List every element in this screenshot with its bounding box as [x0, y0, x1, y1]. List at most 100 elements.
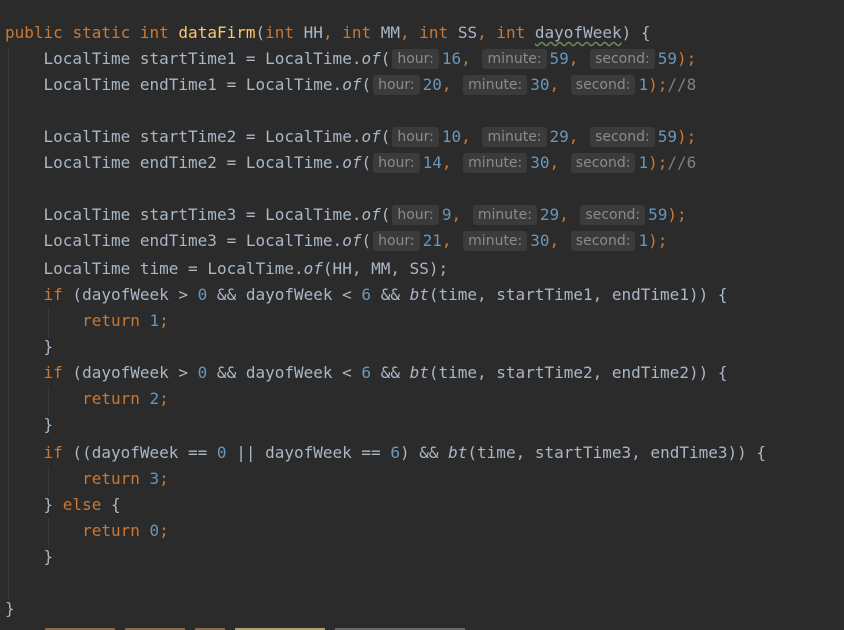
paren-open: (: [361, 75, 372, 94]
keyword-else: else: [62, 495, 102, 514]
return-value: 2: [149, 389, 160, 408]
condition-part: ((dayofWeek ==: [62, 443, 217, 462]
code-line-time[interactable]: LocalTime time = LocalTime.of(HH, MM, SS…: [5, 256, 449, 282]
code-line-brace[interactable]: }: [5, 334, 54, 360]
number-literal: 0: [197, 363, 208, 382]
value-second: 59: [657, 127, 677, 146]
statement-end: );: [676, 49, 697, 68]
code-line-starttime3[interactable]: LocalTime startTime3 = LocalTime.of(hour…: [5, 202, 687, 228]
type-localtime: LocalTime: [43, 49, 131, 68]
bt-args: (time, startTime3, endTime3)) {: [467, 443, 767, 462]
param-mm: MM: [371, 23, 401, 42]
method-name[interactable]: dataFirm: [178, 23, 255, 42]
code-line-return-3[interactable]: return 3;: [5, 466, 169, 492]
return-value: 1: [149, 311, 160, 330]
method-closing-brace: }: [5, 599, 15, 618]
code-line-brace[interactable]: }: [5, 544, 54, 570]
paren-open: (: [361, 231, 372, 250]
hint-hour: hour:: [392, 127, 439, 147]
code-line-endtime3[interactable]: LocalTime endTime3 = LocalTime.of(hour: 2…: [5, 228, 667, 254]
keyword-return: return: [82, 469, 140, 488]
condition-part: (dayofWeek >: [62, 363, 198, 382]
paren-open: (: [380, 127, 391, 146]
closing-brace: }: [43, 337, 54, 356]
keyword-public: public: [5, 23, 63, 42]
else-brace-open: }: [43, 495, 63, 514]
class-localtime: LocalTime.: [265, 49, 362, 68]
code-line-method-end[interactable]: }: [5, 596, 15, 622]
var-endtime1: endTime1: [139, 75, 217, 94]
value-second: 59: [657, 49, 677, 68]
condition-part: && dayofWeek <: [207, 285, 362, 304]
code-line-else[interactable]: } else {: [5, 492, 121, 518]
method-of: of: [303, 259, 323, 278]
comma: ,: [322, 23, 343, 42]
time-args: (HH, MM, SS);: [322, 259, 449, 278]
var-starttime3: startTime3: [139, 205, 237, 224]
condition-part: ) &&: [399, 443, 449, 462]
value-minute: 29: [539, 205, 560, 224]
closing-brace: }: [43, 415, 54, 434]
code-line-if-3[interactable]: if ((dayofWeek == 0 || dayofWeek == 6) &…: [5, 440, 767, 466]
value-second: 1: [638, 231, 649, 250]
value-minute: 29: [549, 127, 569, 146]
value-minute: 30: [530, 75, 550, 94]
method-bt: bt: [409, 285, 429, 304]
class-localtime: LocalTime.: [245, 231, 343, 250]
class-localtime: LocalTime.: [265, 205, 362, 224]
else-brace: {: [101, 495, 121, 514]
code-line-if-2[interactable]: if (dayofWeek > 0 && dayofWeek < 6 && bt…: [5, 360, 728, 386]
code-line-if-1[interactable]: if (dayofWeek > 0 && dayofWeek < 6 && bt…: [5, 282, 728, 308]
code-line-return-2[interactable]: return 2;: [5, 386, 169, 412]
hint-second: second:: [590, 127, 655, 147]
method-of: of: [361, 127, 381, 146]
keyword-if: if: [43, 443, 63, 462]
param-dayofweek[interactable]: dayofWeek: [535, 23, 622, 42]
number-literal: 0: [197, 285, 208, 304]
hint-minute: minute:: [472, 205, 537, 225]
line-comment: //8: [667, 75, 697, 94]
keyword-if: if: [43, 363, 63, 382]
type-localtime: LocalTime: [43, 231, 131, 250]
type-localtime: LocalTime: [43, 127, 131, 146]
method-of: of: [342, 153, 362, 172]
hint-hour: hour:: [373, 75, 420, 95]
class-localtime: LocalTime.: [245, 75, 343, 94]
line-comment: //6: [667, 153, 697, 172]
class-localtime: LocalTime.: [207, 259, 304, 278]
paren-open: (: [361, 153, 372, 172]
var-time: time: [139, 259, 179, 278]
code-line-return-1[interactable]: return 1;: [5, 308, 169, 334]
paren-open: (: [255, 23, 266, 42]
code-line-brace[interactable]: }: [5, 412, 54, 438]
code-line-starttime1[interactable]: LocalTime startTime1 = LocalTime.of(hour…: [5, 46, 696, 72]
value-second: 1: [638, 75, 649, 94]
equals: =: [188, 259, 198, 278]
statement-end: );: [667, 205, 687, 224]
code-line-starttime2[interactable]: LocalTime startTime2 = LocalTime.of(hour…: [5, 124, 696, 150]
equals: =: [226, 75, 237, 94]
method-of: of: [361, 49, 381, 68]
semicolon: ;: [159, 311, 169, 330]
statement-end: );: [648, 153, 668, 172]
hint-hour: hour:: [373, 231, 420, 251]
hint-minute: minute:: [482, 49, 547, 69]
code-line-return-0[interactable]: return 0;: [5, 518, 169, 544]
code-line-endtime2[interactable]: LocalTime endTime2 = LocalTime.of(hour: 1…: [5, 150, 696, 176]
condition-part: || dayofWeek ==: [226, 443, 391, 462]
return-value: 3: [149, 469, 160, 488]
hint-hour: hour:: [392, 205, 439, 225]
var-starttime1: startTime1: [139, 49, 237, 68]
hint-second: second:: [590, 49, 655, 69]
code-line-endtime1[interactable]: LocalTime endTime1 = LocalTime.of(hour: 2…: [5, 72, 696, 98]
condition-part: && dayofWeek <: [207, 363, 362, 382]
hint-hour: hour:: [392, 49, 439, 69]
method-bt: bt: [448, 443, 468, 462]
value-hour: 14: [422, 153, 442, 172]
condition-part: (dayofWeek >: [62, 285, 198, 304]
semicolon: ;: [159, 521, 169, 540]
code-line-signature[interactable]: public static int dataFirm(int HH, int M…: [5, 20, 651, 46]
equals: =: [226, 231, 237, 250]
code-editor[interactable]: public static int dataFirm(int HH, int M…: [0, 0, 844, 630]
hint-second: second:: [580, 205, 646, 225]
